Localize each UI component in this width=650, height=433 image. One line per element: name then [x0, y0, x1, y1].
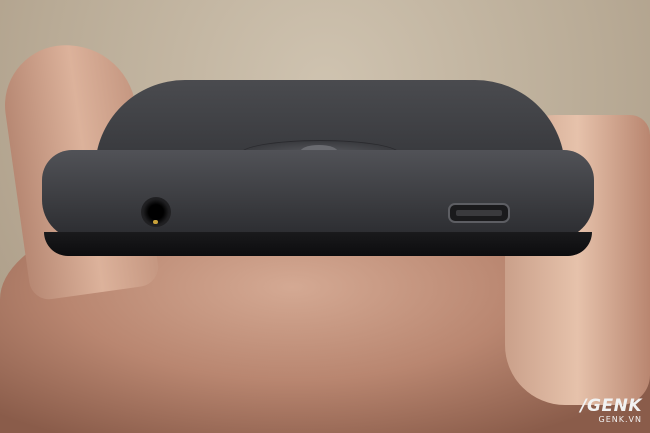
phone-bezel: [44, 232, 592, 256]
phone-top-edge: [42, 150, 594, 240]
micro-usb-connector: [456, 210, 502, 216]
watermark-logo: /GENK: [580, 396, 642, 416]
watermark: /GENK GENK.VN: [580, 398, 642, 425]
headphone-jack-contact: [153, 220, 158, 224]
watermark-url: GENK.VN: [598, 415, 642, 424]
